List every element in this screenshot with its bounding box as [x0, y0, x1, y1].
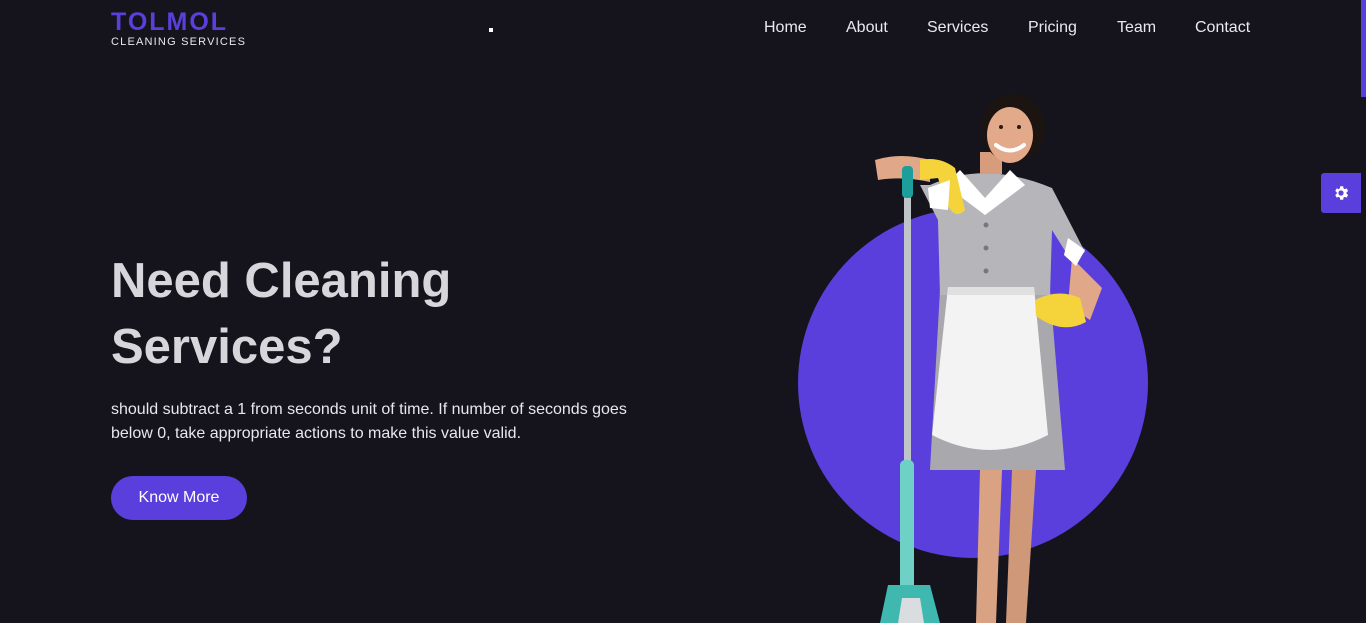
know-more-button[interactable]: Know More: [111, 476, 247, 520]
gear-icon: [1335, 186, 1349, 200]
nav-home[interactable]: Home: [764, 19, 807, 37]
hero-image-cleaning-woman: [798, 94, 1148, 623]
landing-page: TOLMOL CLEANING SERVICES Home About Serv…: [0, 0, 1366, 623]
nav-services[interactable]: Services: [927, 19, 988, 37]
nav-pricing[interactable]: Pricing: [1028, 19, 1077, 37]
hero-title-line-2: Services?: [111, 320, 343, 374]
main-nav: Home About Services Pricing Team Contact: [0, 19, 1366, 41]
nav-contact[interactable]: Contact: [1195, 19, 1250, 37]
settings-button[interactable]: [1321, 173, 1361, 213]
nav-team[interactable]: Team: [1117, 19, 1156, 37]
hero-description: should subtract a 1 from seconds unit of…: [111, 401, 627, 442]
hero-title: Need Cleaning Services?: [111, 248, 531, 380]
nav-about[interactable]: About: [846, 19, 888, 37]
scroll-indicator[interactable]: [1361, 0, 1366, 97]
hero-title-line-1: Need Cleaning: [111, 254, 452, 308]
